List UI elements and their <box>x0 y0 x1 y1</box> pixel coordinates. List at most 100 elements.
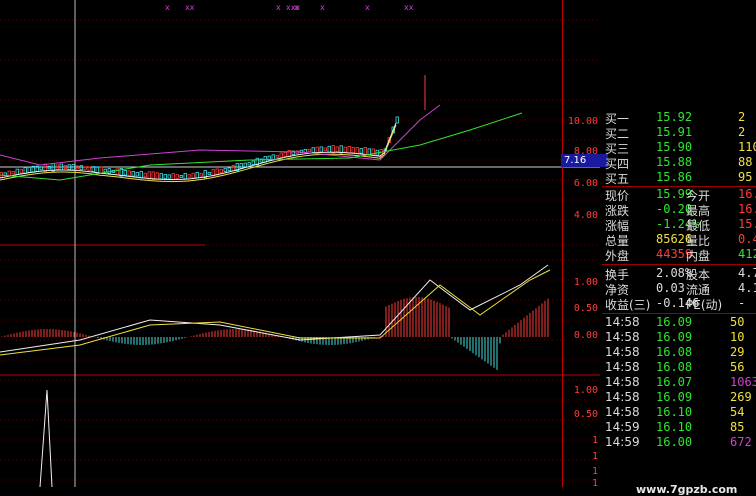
candle <box>139 170 143 179</box>
tick-row[interactable]: 14:58 16.10 54 <box>602 405 756 420</box>
candle <box>323 147 327 152</box>
candle <box>15 168 19 176</box>
tick-volume: 1063 <box>730 375 756 389</box>
stats-row[interactable]: 收益(三) -0.146 PE(动) - <box>602 296 756 312</box>
quote-row[interactable]: 外盘44359内盘4126 <box>602 247 756 263</box>
candle <box>251 160 255 165</box>
candle <box>191 172 195 179</box>
tick-row[interactable]: 14:58 16.09 269 <box>602 390 756 405</box>
candle <box>231 165 235 172</box>
candle <box>343 146 347 153</box>
tick-volume: 50 <box>730 315 745 329</box>
candle <box>307 148 311 152</box>
tick-time: 14:58 <box>605 330 640 344</box>
quote-label: 外盘 <box>605 249 630 263</box>
tick-volume: 54 <box>730 405 745 419</box>
stats-row[interactable]: 净资0.03流通4.13 <box>602 281 756 297</box>
candle <box>371 148 375 156</box>
candle <box>243 162 247 168</box>
order-book-row[interactable]: 买四 15.88 88 <box>602 155 756 171</box>
tick-time: 14:58 <box>605 315 640 329</box>
ma10-line <box>0 124 397 183</box>
indicator-axis-tick: 1 <box>591 466 598 477</box>
signal-marker: x <box>276 3 281 12</box>
tick-time: 14:59 <box>605 435 640 449</box>
tick-volume: 56 <box>730 360 745 374</box>
candle <box>135 171 139 177</box>
ma20-line <box>0 104 441 166</box>
candle <box>19 168 23 174</box>
tick-row[interactable]: 14:58 16.09 50 <box>602 315 756 330</box>
tick-price: 16.10 <box>656 405 693 419</box>
tick-row[interactable]: 14:58 16.07 1063 <box>602 375 756 390</box>
order-book-row[interactable]: 买二 15.91 2 <box>602 125 756 141</box>
order-book-row[interactable]: 买三15.90110 <box>602 140 756 156</box>
tick-time: 14:58 <box>605 375 640 389</box>
quote-value: 15.9 <box>738 217 756 231</box>
tick-price: 16.00 <box>656 435 693 449</box>
signal-marker: xx <box>185 3 195 12</box>
signal-marker: x <box>320 3 325 12</box>
candle <box>103 168 107 173</box>
candle <box>83 166 87 170</box>
indicator-axis-tick: 0.50 <box>573 409 598 420</box>
tick-time: 14:58 <box>605 360 640 374</box>
price-axis: 10.00 8.00 6.00 4.00 1.00 0.50 0.00 1.00 0.50 1 1 1… <box>562 0 602 489</box>
candle <box>123 170 127 176</box>
tick-volume: 672 <box>730 435 752 449</box>
quote-value: 16.4 <box>738 187 756 201</box>
divider <box>602 264 756 265</box>
candle <box>319 146 323 153</box>
quote-row[interactable]: 涨幅-1.24%最低15.9 <box>602 217 756 233</box>
quote-row[interactable]: 涨跌-0.20最高16.5 <box>602 202 756 218</box>
tick-row[interactable]: 14:58 16.08 29 <box>602 345 756 360</box>
candle <box>195 172 199 179</box>
indicator-axis-tick: 1 <box>591 451 598 462</box>
signal-marker: x <box>365 3 370 12</box>
candle <box>159 173 163 180</box>
dif-line <box>0 264 549 353</box>
candle <box>223 168 227 173</box>
candle <box>95 166 99 173</box>
candle <box>155 172 159 180</box>
price-axis-tick: 10.00 <box>567 116 598 127</box>
tick-row[interactable]: 14:58 16.09 10 <box>602 330 756 345</box>
candle <box>247 162 251 166</box>
kline-chart-area[interactable] <box>0 0 600 487</box>
quote-row[interactable]: 总量85626量比0.4 <box>602 232 756 248</box>
stats-value: 0.03 <box>656 281 685 295</box>
candle <box>327 145 331 153</box>
indicator-axis-tick: 1 <box>591 478 598 489</box>
tick-price: 16.10 <box>656 420 693 434</box>
quote-row[interactable]: 现价15.99今开16.4 <box>602 187 756 203</box>
stats-label: 收益(三) <box>605 298 651 312</box>
tick-volume: 29 <box>730 345 745 359</box>
candle <box>347 146 351 154</box>
price-axis-tick: 6.00 <box>573 178 598 189</box>
candle <box>167 174 171 179</box>
stats-row[interactable]: 换手2.08%股本4.77 <box>602 266 756 282</box>
order-volume: 95 <box>738 170 753 184</box>
tick-price: 16.08 <box>656 345 693 359</box>
candle <box>127 170 131 176</box>
candle <box>27 166 31 173</box>
tick-price: 16.08 <box>656 360 693 374</box>
candle <box>163 174 167 179</box>
candle <box>131 170 135 177</box>
ma60-line <box>0 112 523 181</box>
macd-axis-tick: 0.00 <box>573 330 598 341</box>
tick-row[interactable]: 14:59 16.10 85 <box>602 420 756 435</box>
candle <box>311 147 315 153</box>
tick-price: 16.09 <box>656 390 693 404</box>
candle <box>207 171 211 175</box>
order-book-row[interactable]: 买一 15.92 2 <box>602 110 756 126</box>
order-book-row[interactable]: 买五 15.86 95 <box>602 170 756 186</box>
tick-row[interactable]: 14:59 16.00 672 <box>602 435 756 450</box>
tick-row[interactable]: 14:58 16.08 56 <box>602 360 756 375</box>
candle <box>107 168 111 174</box>
order-price: 15.91 <box>656 125 693 139</box>
candle <box>171 173 175 181</box>
candle <box>199 172 203 177</box>
candle <box>359 148 363 154</box>
order-volume: 110 <box>738 140 756 154</box>
